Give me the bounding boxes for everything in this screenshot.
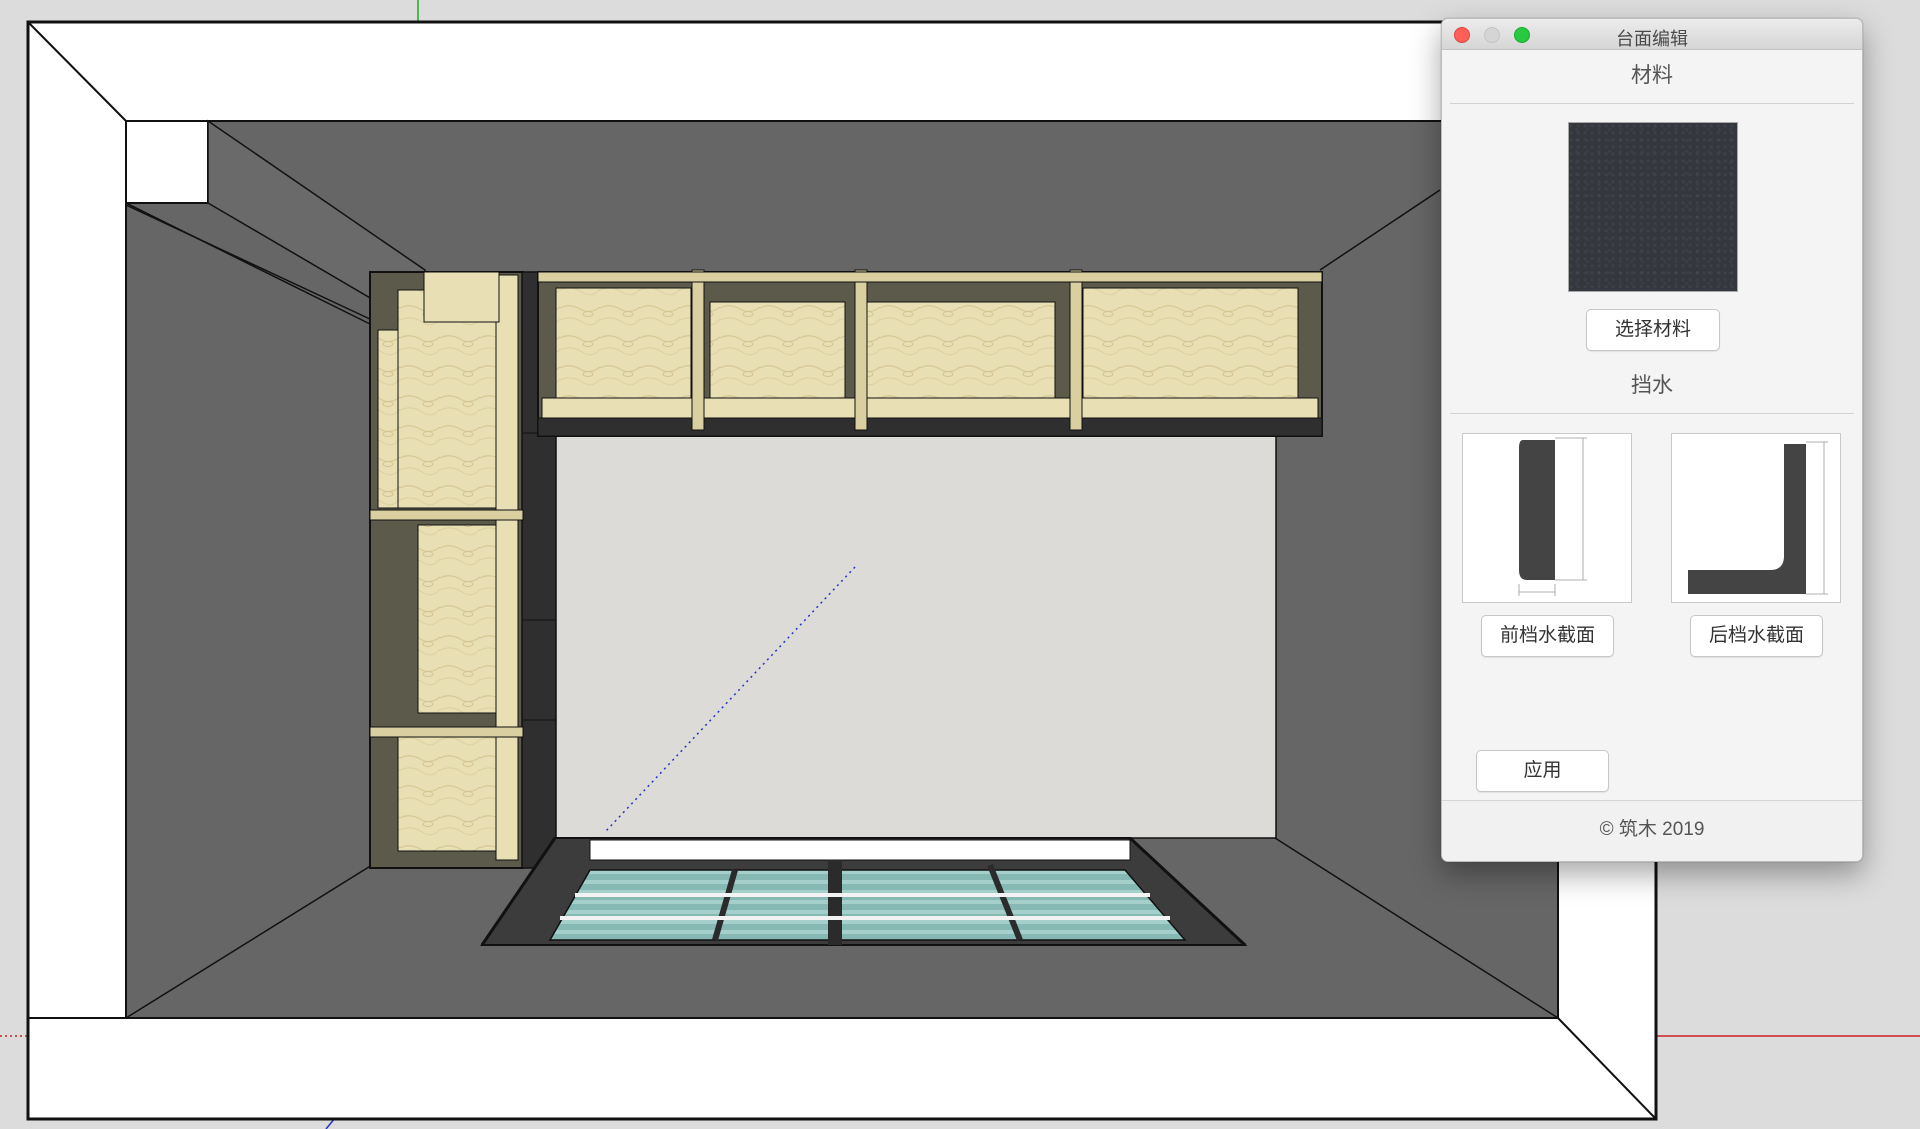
title-bar[interactable]: 台面编辑 bbox=[1442, 19, 1862, 50]
select-material-button[interactable]: 选择材料 bbox=[1586, 309, 1720, 351]
window[interactable] bbox=[480, 836, 1248, 947]
front-section-diagram-icon bbox=[1518, 437, 1587, 596]
back-section-diagram-icon bbox=[1688, 441, 1828, 595]
countertop-edit-panel: 台面编辑 材料 选择材料 挡水 前档水截面 后档水截面 应用 © 筑木 2019 bbox=[1441, 18, 1863, 862]
apply-button[interactable]: 应用 bbox=[1476, 750, 1609, 792]
front-backsplash-section-image[interactable] bbox=[1462, 433, 1632, 603]
room-interior bbox=[554, 432, 1277, 839]
left-cabinet-run[interactable] bbox=[369, 271, 557, 869]
material-divider bbox=[1450, 103, 1854, 104]
material-swatch[interactable] bbox=[1568, 122, 1738, 292]
material-section-label: 材料 bbox=[1631, 64, 1673, 87]
copyright-footer: © 筑木 2019 bbox=[1442, 800, 1862, 861]
panel-title: 台面编辑 bbox=[1616, 29, 1688, 49]
back-backsplash-section-image[interactable] bbox=[1671, 433, 1841, 603]
backsplash-divider bbox=[1450, 413, 1854, 414]
front-section-button[interactable]: 前档水截面 bbox=[1481, 615, 1614, 657]
backsplash-section-label: 挡水 bbox=[1631, 374, 1673, 397]
top-cabinet-run[interactable] bbox=[537, 269, 1323, 437]
back-section-button[interactable]: 后档水截面 bbox=[1690, 615, 1823, 657]
